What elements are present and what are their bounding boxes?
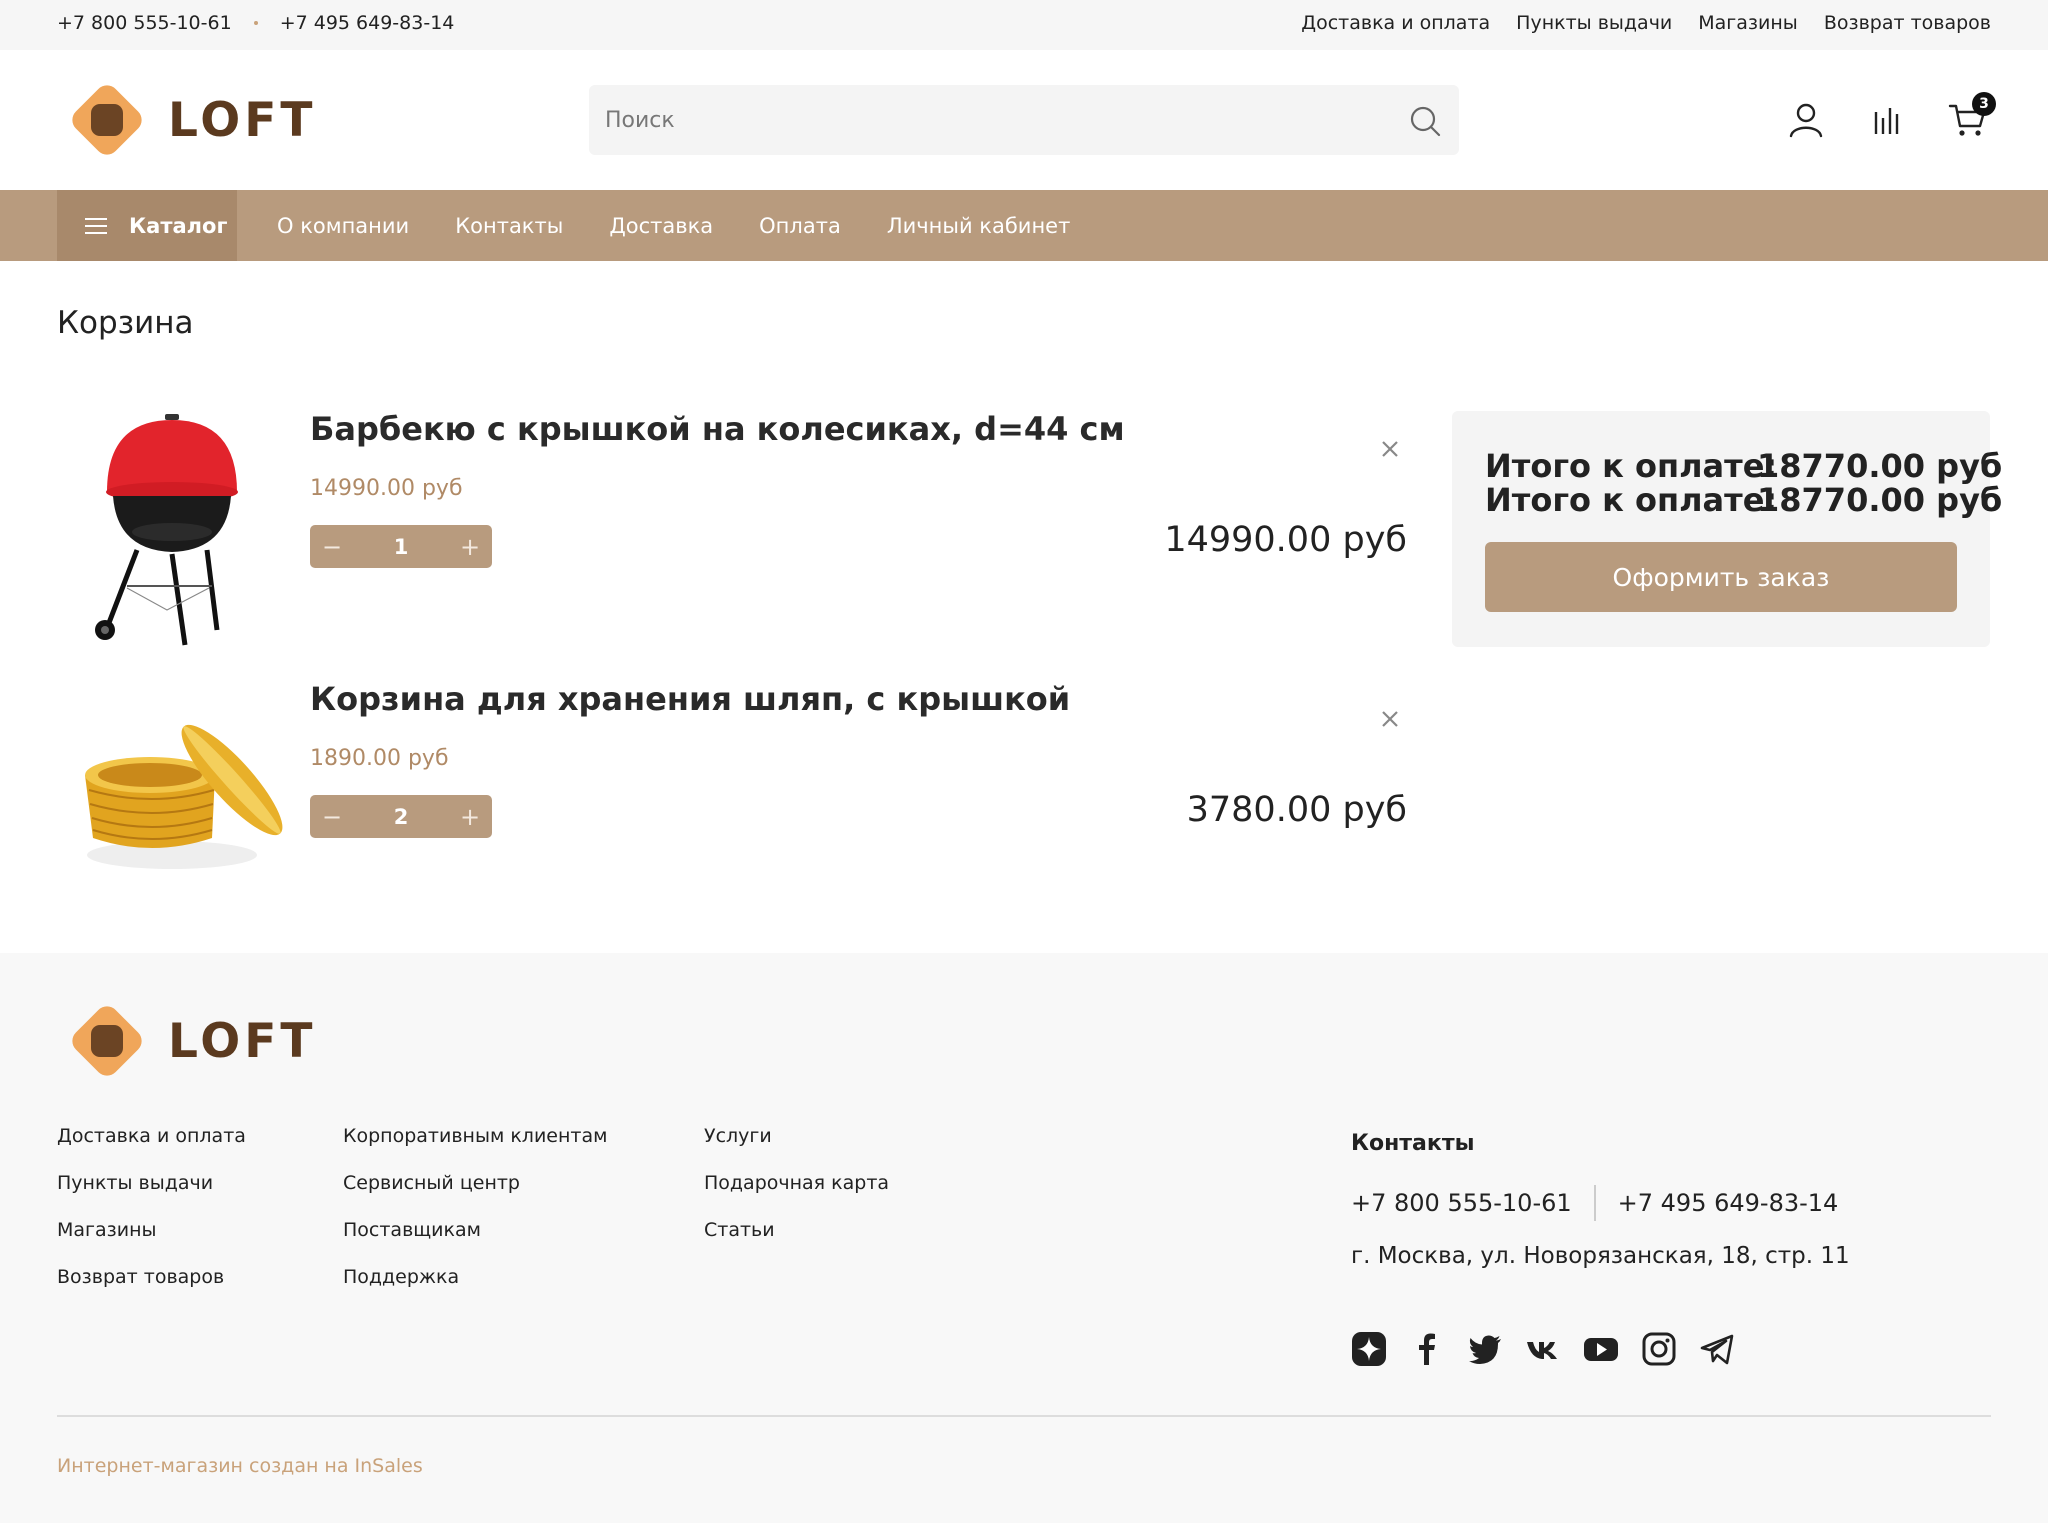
footer-column-2: Корпоративным клиентам Сервисный центр П… — [343, 1125, 607, 1313]
summary-value: 18770.00 руб — [1757, 447, 2003, 485]
page-title: Корзина — [57, 305, 194, 341]
item-total: 3780.00 руб — [1186, 790, 1407, 830]
cart-item: Барбекю с крышкой на колесиках, d=44 см … — [57, 410, 1407, 650]
top-bar: +7 800 555-10-61 +7 495 649-83-14 Достав… — [0, 0, 2048, 50]
nav-item-delivery[interactable]: Доставка — [609, 214, 713, 238]
item-total: 14990.00 руб — [1164, 520, 1407, 560]
compare-icon[interactable] — [1867, 100, 1907, 140]
header: LOFT 3 — [0, 50, 2048, 190]
catalog-button[interactable]: Каталог — [57, 190, 237, 261]
search-box — [589, 85, 1459, 155]
summary-label: Итого к оплате: — [1485, 447, 1778, 485]
footer-credit[interactable]: Интернет-магазин создан на InSales — [57, 1455, 423, 1477]
footer-phones: +7 800 555-10-61 +7 495 649-83-14 — [1351, 1185, 1838, 1221]
main-nav: Каталог О компании Контакты Доставка Опл… — [0, 190, 2048, 261]
quantity-value[interactable]: 2 — [354, 805, 448, 829]
footer-link[interactable]: Доставка и оплата — [57, 1125, 246, 1147]
footer-address: г. Москва, ул. Новорязанская, 18, стр. 1… — [1351, 1243, 1850, 1269]
logo-icon — [66, 79, 148, 161]
quantity-value[interactable]: 1 — [354, 535, 448, 559]
telegram-icon[interactable] — [1699, 1331, 1735, 1367]
zen-icon[interactable] — [1351, 1331, 1387, 1367]
cart-item: Корзина для хранения шляп, с крышкой 189… — [57, 680, 1407, 920]
footer-link[interactable]: Поставщикам — [343, 1219, 481, 1241]
unit-price: 14990.00 руб — [310, 476, 463, 501]
footer-column-1: Доставка и оплата Пункты выдачи Магазины… — [57, 1125, 246, 1313]
product-image-basket[interactable] — [57, 680, 287, 920]
decrease-button[interactable]: − — [310, 525, 354, 568]
footer-link[interactable]: Сервисный центр — [343, 1172, 520, 1194]
product-name[interactable]: Барбекю с крышкой на колесиках, d=44 см — [310, 410, 1125, 448]
top-phone-1[interactable]: +7 800 555-10-61 — [57, 12, 232, 34]
vk-icon[interactable] — [1525, 1331, 1561, 1367]
close-icon[interactable] — [1373, 702, 1407, 736]
youtube-icon[interactable] — [1583, 1331, 1619, 1367]
nav-item-about[interactable]: О компании — [277, 214, 409, 238]
menu-icon — [85, 217, 107, 234]
decrease-button[interactable]: − — [310, 795, 354, 838]
product-name[interactable]: Корзина для хранения шляп, с крышкой — [310, 680, 1070, 718]
footer-phone-1[interactable]: +7 800 555-10-61 — [1351, 1189, 1572, 1217]
top-link-delivery[interactable]: Доставка и оплата — [1301, 12, 1490, 34]
logo-text: LOFT — [168, 92, 317, 148]
summary-row: Итого к оплате: 18770.00 руб — [1485, 481, 2002, 519]
phone-separator — [1593, 1185, 1596, 1221]
search-icon[interactable] — [1409, 105, 1441, 137]
nav-item-account[interactable]: Личный кабинет — [887, 214, 1071, 238]
top-links: Доставка и оплата Пункты выдачи Магазины… — [1301, 12, 1991, 34]
facebook-icon[interactable] — [1409, 1331, 1445, 1367]
product-image-bbq[interactable] — [57, 410, 287, 650]
footer-divider — [57, 1415, 1991, 1417]
footer-logo[interactable]: LOFT — [66, 1000, 316, 1082]
separator-dot — [253, 21, 258, 25]
footer-link[interactable]: Магазины — [57, 1219, 157, 1241]
header-logo[interactable]: LOFT — [66, 79, 316, 161]
catalog-label: Каталог — [129, 213, 228, 238]
top-phones: +7 800 555-10-61 +7 495 649-83-14 — [57, 12, 454, 34]
instagram-icon[interactable] — [1641, 1331, 1677, 1367]
nav-item-contacts[interactable]: Контакты — [455, 214, 563, 238]
order-summary: Итого к оплате: 18770.00 руб Итого к опл… — [1452, 411, 2002, 647]
footer-link[interactable]: Поддержка — [343, 1266, 459, 1288]
cart-button[interactable]: 3 — [1948, 92, 1996, 140]
quantity-stepper: − 2 + — [310, 795, 492, 838]
social-links — [1351, 1331, 1735, 1367]
footer-link[interactable]: Подарочная карта — [704, 1172, 889, 1194]
twitter-icon[interactable] — [1467, 1331, 1503, 1367]
logo-icon — [66, 1000, 148, 1082]
summary-value: 18770.00 руб — [1757, 481, 2003, 519]
footer-phone-2[interactable]: +7 495 649-83-14 — [1618, 1189, 1839, 1217]
increase-button[interactable]: + — [448, 525, 492, 568]
footer-link[interactable]: Статьи — [704, 1219, 775, 1241]
logo-text: LOFT — [168, 1013, 317, 1069]
nav-items: О компании Контакты Доставка Оплата Личн… — [277, 190, 1070, 261]
search-input[interactable] — [605, 85, 1365, 155]
top-phone-2[interactable]: +7 495 649-83-14 — [280, 12, 455, 34]
footer-link[interactable]: Услуги — [704, 1125, 772, 1147]
footer-link[interactable]: Корпоративным клиентам — [343, 1125, 607, 1147]
cart-count-badge: 3 — [1972, 92, 1996, 116]
summary-label: Итого к оплате: — [1485, 481, 1778, 519]
user-icon[interactable] — [1786, 100, 1826, 140]
contacts-title: Контакты — [1351, 1131, 1475, 1156]
quantity-stepper: − 1 + — [310, 525, 492, 568]
increase-button[interactable]: + — [448, 795, 492, 838]
nav-item-payment[interactable]: Оплата — [759, 214, 841, 238]
close-icon[interactable] — [1373, 432, 1407, 466]
top-link-returns[interactable]: Возврат товаров — [1824, 12, 1991, 34]
footer-link[interactable]: Возврат товаров — [57, 1266, 224, 1288]
footer-link[interactable]: Пункты выдачи — [57, 1172, 213, 1194]
summary-row: Итого к оплате: 18770.00 руб — [1485, 447, 2002, 485]
top-link-stores[interactable]: Магазины — [1698, 12, 1798, 34]
footer-column-3: Услуги Подарочная карта Статьи — [704, 1125, 889, 1266]
footer: LOFT Доставка и оплата Пункты выдачи Маг… — [0, 953, 2048, 1523]
checkout-button[interactable]: Оформить заказ — [1485, 542, 1957, 612]
unit-price: 1890.00 руб — [310, 746, 449, 771]
top-link-pickup[interactable]: Пункты выдачи — [1516, 12, 1672, 34]
